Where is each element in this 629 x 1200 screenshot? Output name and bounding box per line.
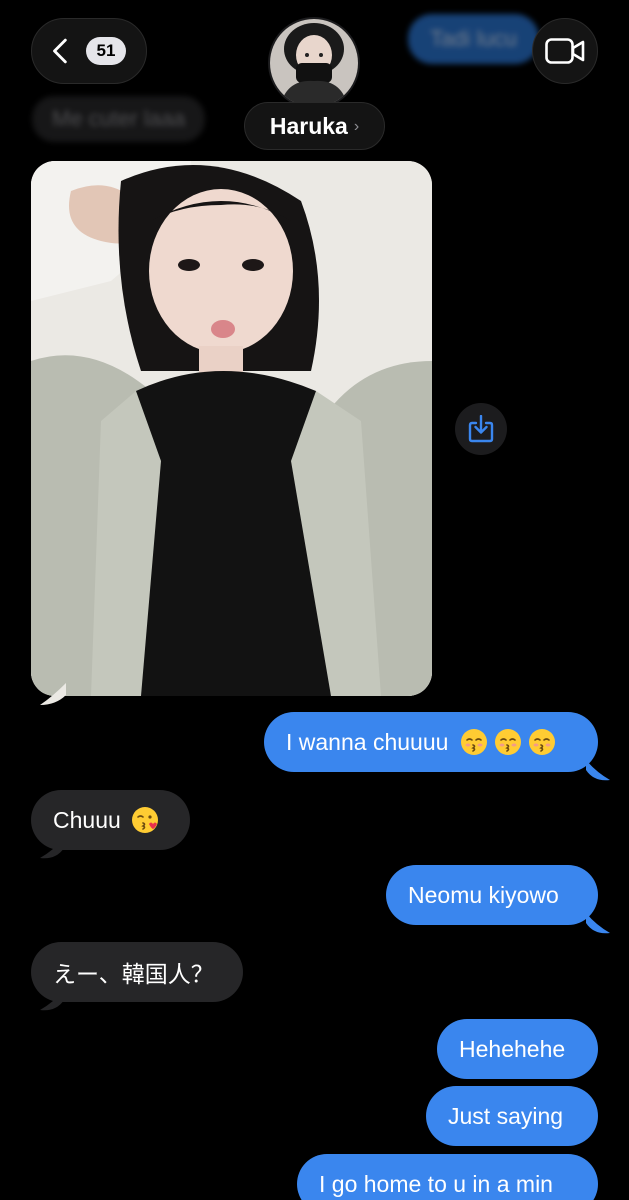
contact-avatar[interactable]	[268, 17, 360, 109]
incoming-bubble-tail	[40, 838, 64, 859]
outgoing-bubble-tail	[586, 913, 610, 934]
message-text: Hehehehe	[459, 1035, 566, 1062]
message-text: Just saying	[448, 1102, 564, 1129]
outgoing-message[interactable]: Hehehehe	[437, 1019, 598, 1079]
face-blowing-kiss-icon	[131, 807, 158, 833]
selfie-photo	[31, 161, 432, 696]
background-outgoing-message: Tadi lucu	[408, 14, 539, 64]
message-text: Chuuu	[53, 806, 121, 833]
outgoing-message[interactable]: Neomu kiyowo	[386, 865, 598, 925]
chevron-right-icon: ›	[353, 118, 360, 135]
incoming-bubble-tail	[40, 990, 64, 1011]
outgoing-message[interactable]: I wanna chuuuu	[264, 712, 598, 772]
messages-screen: Tadi lucu Me cuter laaa 51 Haruka › I wa…	[0, 0, 629, 1200]
unread-count-badge: 51	[86, 37, 126, 65]
avatar-photo	[270, 19, 358, 107]
background-incoming-message: Me cuter laaa	[32, 96, 206, 142]
photo-bubble-tail	[40, 683, 66, 705]
chevron-left-icon	[53, 38, 67, 64]
message-text: I go home to u in a min	[319, 1170, 553, 1197]
kissing-face-closed-eyes-icon	[529, 729, 556, 755]
message-text: I wanna chuuuu	[286, 728, 449, 755]
save-photo-button[interactable]	[455, 403, 507, 455]
video-camera-icon	[545, 38, 585, 64]
outgoing-message[interactable]: I go home to u in a min	[297, 1154, 598, 1200]
outgoing-message[interactable]: Just saying	[426, 1086, 598, 1146]
download-icon	[468, 415, 494, 443]
contact-name-button[interactable]: Haruka ›	[244, 102, 385, 150]
contact-name: Haruka	[269, 112, 348, 139]
message-text: Neomu kiyowo	[408, 881, 559, 908]
message-text: えー、韓国人？	[53, 961, 214, 987]
video-call-button[interactable]	[532, 18, 598, 84]
kissing-face-closed-eyes-icon	[461, 729, 488, 755]
back-button[interactable]: 51	[31, 18, 147, 84]
photo-message[interactable]	[31, 161, 432, 696]
outgoing-bubble-tail	[586, 760, 610, 781]
kissing-face-closed-eyes-icon	[495, 729, 522, 755]
